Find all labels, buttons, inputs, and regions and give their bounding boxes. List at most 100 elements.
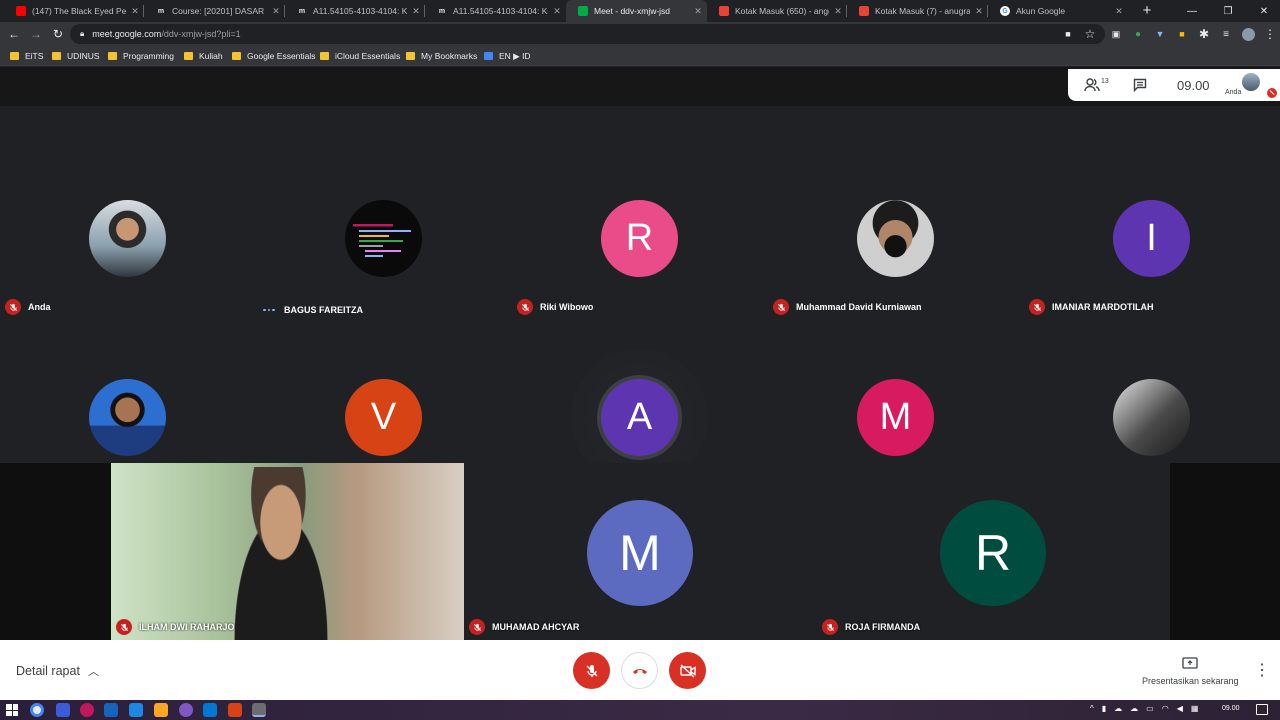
new-tab-icon[interactable]: + [1138, 2, 1156, 20]
chevron-up-tray-icon[interactable]: ^ [1090, 704, 1094, 713]
tab-title: Kotak Masuk (7) - anugrah [875, 6, 970, 16]
minimize-icon[interactable]: — [1174, 0, 1210, 22]
browser-tab[interactable]: G Akun Google ✕ [988, 0, 1128, 22]
close-tab-icon[interactable]: ✕ [126, 6, 144, 17]
camera-toggle-button[interactable] [669, 652, 706, 689]
onedrive-icon[interactable]: ☁ [1130, 704, 1138, 713]
more-options-icon[interactable]: ⋮ [1254, 660, 1270, 680]
windows-start-icon[interactable] [6, 704, 18, 716]
extension-icon[interactable]: ▣ [1108, 26, 1124, 42]
mic-muted-icon [116, 619, 132, 635]
volume-icon[interactable]: ◀ [1177, 704, 1183, 713]
app2-taskbar-icon[interactable] [80, 703, 94, 717]
cloud-icon[interactable]: ☁ [1114, 704, 1122, 713]
close-tab-icon[interactable]: ✕ [1110, 6, 1128, 17]
bookmark-item[interactable]: UDINUS [52, 49, 100, 63]
participant-tile[interactable]: I IMANIAR MARDOTILAH [1024, 150, 1280, 329]
app6-taskbar-icon[interactable] [252, 703, 266, 717]
avatar-letter: I [1146, 217, 1157, 259]
bookmark-item[interactable]: Kuliah [184, 49, 223, 63]
participant-tile[interactable]: R Riki Wibowo [512, 150, 768, 329]
participant-tile-large[interactable]: M MUHAMAD AHCYAR [464, 463, 817, 640]
browser-tab[interactable]: Kotak Masuk (650) - angga ✕ [707, 0, 847, 22]
leave-call-button[interactable] [621, 652, 658, 689]
participant-avatar [345, 200, 422, 277]
microphone-toggle-button[interactable] [573, 652, 610, 689]
close-tab-icon[interactable]: ✕ [407, 6, 425, 17]
usb-icon[interactable]: ▮ [1102, 704, 1106, 713]
profile-avatar-icon[interactable] [1240, 26, 1256, 42]
app3-taskbar-icon[interactable] [104, 703, 118, 717]
lock-icon: 🔒︎ [80, 29, 85, 38]
close-tab-icon[interactable]: ✕ [267, 6, 285, 17]
meeting-details-button[interactable]: Detail rapat ︿ [16, 663, 99, 679]
participant-tile-large[interactable]: ILHAM DWI RAHARJO [111, 463, 464, 640]
file-explorer-icon[interactable] [154, 703, 168, 717]
wifi-icon[interactable]: ◠ [1162, 704, 1169, 713]
bookmark-label: EiTS [25, 51, 44, 61]
participant-name: Anda [28, 302, 51, 312]
reload-icon[interactable]: ↻ [50, 26, 66, 42]
download-extension-icon[interactable]: ▼ [1152, 26, 1168, 42]
present-screen-icon [1181, 657, 1198, 669]
app4-taskbar-icon[interactable] [179, 703, 193, 717]
browser-tab[interactable]: (147) The Black Eyed Peas -✕ [4, 0, 144, 22]
participant-avatar [857, 200, 934, 277]
chrome-taskbar-icon[interactable] [30, 703, 44, 717]
keyboard-icon[interactable]: ▦ [1191, 704, 1199, 713]
reading-list-icon[interactable]: ≡ [1218, 26, 1234, 42]
bookmark-item[interactable]: iCloud Essentials [320, 49, 400, 63]
close-tab-icon[interactable]: ✕ [970, 6, 988, 17]
bookmark-item[interactable]: My Bookmarks [406, 49, 477, 63]
participant-avatar: R [940, 500, 1046, 606]
participant-name-row: Anda [5, 299, 51, 315]
browser-tab[interactable]: m Course: [20201] DASAR PEM✕ [144, 0, 285, 22]
back-icon[interactable]: ← [6, 26, 22, 42]
participant-name-row: Riki Wibowo [517, 299, 593, 315]
participant-tile[interactable]: Muhammad David Kurniawan [768, 150, 1024, 329]
puzzle-icon[interactable]: ✱ [1196, 26, 1212, 42]
mic-off-icon [585, 664, 598, 677]
participant-name: BAGUS FAREITZA [284, 305, 364, 315]
present-now-button[interactable]: Presentasikan sekarang [1142, 656, 1239, 686]
participants-button[interactable]: 13 [1084, 78, 1109, 92]
participant-tile-large[interactable]: R ROJA FIRMANDA [817, 463, 1170, 640]
participant-tile[interactable]: BAGUS FAREITZA [256, 150, 512, 329]
address-bar[interactable]: 🔒︎ meet.google.com/ddv-xmjw-jsd?pli=1 [70, 24, 1105, 44]
star-icon[interactable]: ☆ [1082, 26, 1098, 42]
chat-button[interactable] [1133, 78, 1147, 97]
tab-title: Meet - ddv-xmjw-jsd [594, 6, 671, 16]
browser-tab[interactable]: m A11.54105-4103-4104: Kuis✕ [285, 0, 425, 22]
bookmark-item[interactable]: Programming [108, 49, 174, 63]
forward-icon[interactable]: → [28, 26, 44, 42]
mic-muted-icon [822, 619, 838, 635]
notes-extension-icon[interactable]: ■ [1174, 26, 1190, 42]
close-tab-icon[interactable]: ✕ [548, 6, 566, 17]
app-taskbar-icon[interactable] [56, 703, 70, 717]
grammar-extension-icon[interactable]: ● [1130, 26, 1146, 42]
browser-tab[interactable]: Kotak Masuk (7) - anugrah ✕ [847, 0, 988, 22]
participant-name: MUHAMAD AHCYAR [492, 622, 580, 632]
participant-tile[interactable]: Anda [0, 150, 256, 329]
camera-icon[interactable]: ■ [1060, 26, 1076, 42]
close-tab-icon[interactable]: ✕ [689, 6, 707, 17]
close-window-icon[interactable]: ✕ [1246, 0, 1280, 22]
restore-icon[interactable]: ❐ [1210, 0, 1246, 22]
menu-icon[interactable]: ⋮ [1262, 26, 1278, 42]
app5-taskbar-icon[interactable] [228, 703, 242, 717]
close-tab-icon[interactable]: ✕ [829, 6, 847, 17]
bookmark-item[interactable]: Google Essentials [232, 49, 316, 63]
vscode-taskbar-icon[interactable] [203, 703, 217, 717]
browser-tab[interactable]: Meet - ddv-xmjw-jsd ✕ [566, 0, 707, 22]
bookmark-item[interactable]: EiTS [10, 49, 43, 63]
battery-icon[interactable]: ▭ [1146, 704, 1154, 713]
avatar-letter: V [370, 396, 397, 438]
browser-tab[interactable]: m A11.54105-4103-4104: Kuis✕ [425, 0, 566, 22]
notification-icon[interactable] [1256, 704, 1268, 715]
participant-avatar: M [587, 500, 693, 606]
participant-avatar: A [601, 379, 678, 456]
bookmark-item[interactable]: EN ▶ ID [484, 49, 531, 63]
todo-taskbar-icon[interactable] [129, 703, 143, 717]
avatar-letter: M [879, 396, 912, 438]
meeting-time: 09.00 [1177, 78, 1210, 93]
